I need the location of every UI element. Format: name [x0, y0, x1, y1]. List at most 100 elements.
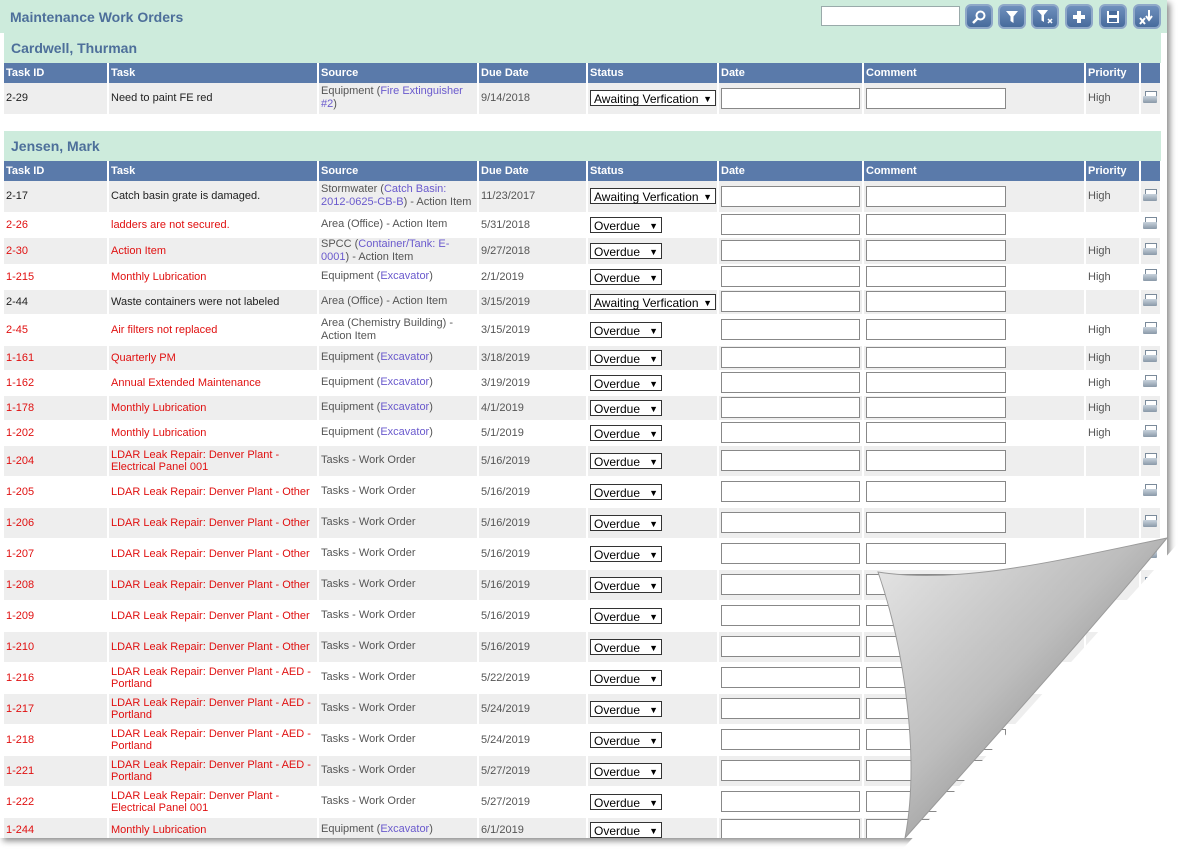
printer-icon[interactable]	[1143, 90, 1157, 103]
status-select[interactable]: Overdue ▼	[590, 821, 662, 838]
comment-input[interactable]	[866, 372, 1006, 393]
printer-icon[interactable]	[1143, 188, 1157, 201]
task-id[interactable]: 1-202	[6, 427, 34, 439]
task-id[interactable]: 1-204	[6, 455, 34, 467]
column-header[interactable]: Due Date	[478, 161, 588, 181]
task-name[interactable]: Action Item	[111, 245, 166, 257]
date-input[interactable]	[721, 791, 860, 812]
task-id[interactable]: 1-221	[6, 765, 34, 777]
comment-input[interactable]	[866, 214, 1006, 235]
task-name[interactable]: LDAR Leak Repair: Denver Plant - AED - P…	[111, 759, 311, 783]
date-input[interactable]	[721, 372, 860, 393]
status-select[interactable]: Overdue ▼	[590, 731, 662, 748]
source-link[interactable]: Excavator	[380, 376, 429, 388]
date-input[interactable]	[721, 543, 860, 564]
printer-icon[interactable]	[1143, 294, 1157, 306]
column-header[interactable]: Comment	[863, 63, 1086, 83]
save-button[interactable]	[1099, 4, 1127, 29]
status-select[interactable]: Overdue ▼	[590, 545, 662, 562]
filter-button[interactable]	[998, 4, 1026, 29]
comment-input[interactable]	[866, 605, 1006, 626]
task-id[interactable]: 2-26	[6, 219, 28, 231]
date-input[interactable]	[721, 819, 860, 838]
date-input[interactable]	[721, 266, 860, 287]
comment-input[interactable]	[866, 450, 1006, 471]
status-select[interactable]: Awaiting Verfication ▼	[590, 188, 716, 205]
column-header[interactable]: Comment	[863, 161, 1086, 181]
printer-icon[interactable]	[1143, 701, 1157, 713]
printer-icon[interactable]	[1143, 763, 1157, 775]
column-header[interactable]: Task	[108, 63, 319, 83]
status-select[interactable]: Overdue ▼	[590, 268, 662, 285]
comment-input[interactable]	[866, 266, 1006, 287]
status-select[interactable]: Overdue ▼	[590, 349, 662, 366]
comment-input[interactable]	[866, 240, 1006, 261]
column-header[interactable]: Source	[318, 161, 479, 181]
date-input[interactable]	[721, 291, 860, 312]
task-id[interactable]: 1-206	[6, 517, 34, 529]
source-link[interactable]: Excavator	[380, 823, 429, 835]
task-name[interactable]: ladders are not secured.	[111, 219, 230, 231]
task-id[interactable]: 2-29	[6, 92, 28, 104]
task-id[interactable]: 1-217	[6, 703, 34, 715]
comment-input[interactable]	[866, 543, 1006, 564]
status-select[interactable]: Awaiting Verfication ▼	[590, 293, 716, 310]
search-input[interactable]	[821, 6, 960, 26]
date-input[interactable]	[721, 214, 860, 235]
clear-filter-button[interactable]	[1031, 4, 1059, 29]
status-select[interactable]: Overdue ▼	[590, 424, 662, 441]
status-select[interactable]: Overdue ▼	[590, 483, 662, 500]
printer-icon[interactable]	[1143, 217, 1157, 229]
task-id[interactable]: 1-218	[6, 734, 34, 746]
printer-icon[interactable]	[1143, 375, 1157, 387]
comment-input[interactable]	[866, 291, 1006, 312]
task-name[interactable]: LDAR Leak Repair: Denver Plant - Other	[111, 579, 310, 591]
task-id[interactable]: 2-30	[6, 245, 28, 257]
search-button[interactable]	[965, 4, 993, 29]
date-input[interactable]	[721, 698, 860, 719]
task-id[interactable]: 1-205	[6, 486, 34, 498]
status-select[interactable]: Overdue ▼	[590, 216, 662, 233]
status-select[interactable]: Overdue ▼	[590, 374, 662, 391]
status-select[interactable]: Overdue ▼	[590, 514, 662, 531]
printer-icon[interactable]	[1143, 794, 1157, 806]
task-name[interactable]: LDAR Leak Repair: Denver Plant - AED - P…	[111, 728, 311, 752]
date-input[interactable]	[721, 240, 860, 261]
printer-icon[interactable]	[1143, 577, 1157, 589]
date-input[interactable]	[721, 422, 860, 443]
date-input[interactable]	[721, 574, 860, 595]
comment-input[interactable]	[866, 698, 1006, 719]
task-name[interactable]: Monthly Lubrication	[111, 824, 206, 836]
date-input[interactable]	[721, 667, 860, 688]
task-id[interactable]: 2-45	[6, 324, 28, 336]
date-input[interactable]	[721, 347, 860, 368]
status-select[interactable]: Overdue ▼	[590, 638, 662, 655]
source-link[interactable]: Excavator	[380, 426, 429, 438]
task-name[interactable]: LDAR Leak Repair: Denver Plant - Other	[111, 610, 310, 622]
task-name[interactable]: Annual Extended Maintenance	[111, 377, 261, 389]
task-name[interactable]: Waste containers were not labeled	[111, 296, 279, 308]
column-header[interactable]: Source	[318, 63, 479, 83]
date-input[interactable]	[721, 760, 860, 781]
date-input[interactable]	[721, 450, 860, 471]
comment-input[interactable]	[866, 512, 1006, 533]
status-select[interactable]: Overdue ▼	[590, 607, 662, 624]
task-id[interactable]: 1-244	[6, 824, 34, 836]
status-select[interactable]: Overdue ▼	[590, 321, 662, 338]
task-name[interactable]: Monthly Lubrication	[111, 427, 206, 439]
task-name[interactable]: Monthly Lubrication	[111, 271, 206, 283]
printer-icon[interactable]	[1143, 732, 1157, 744]
task-id[interactable]: 1-161	[6, 352, 34, 364]
task-name[interactable]: LDAR Leak Repair: Denver Plant - Electri…	[111, 449, 279, 473]
task-name[interactable]: LDAR Leak Repair: Denver Plant - Other	[111, 548, 310, 560]
comment-input[interactable]	[866, 347, 1006, 368]
date-input[interactable]	[721, 605, 860, 626]
comment-input[interactable]	[866, 481, 1006, 502]
task-id[interactable]: 1-209	[6, 610, 34, 622]
task-name[interactable]: Catch basin grate is damaged.	[111, 190, 260, 202]
date-input[interactable]	[721, 185, 860, 207]
printer-icon[interactable]	[1143, 322, 1157, 334]
printer-icon[interactable]	[1143, 269, 1157, 281]
task-id[interactable]: 1-215	[6, 271, 34, 283]
task-id[interactable]: 2-17	[6, 190, 28, 202]
